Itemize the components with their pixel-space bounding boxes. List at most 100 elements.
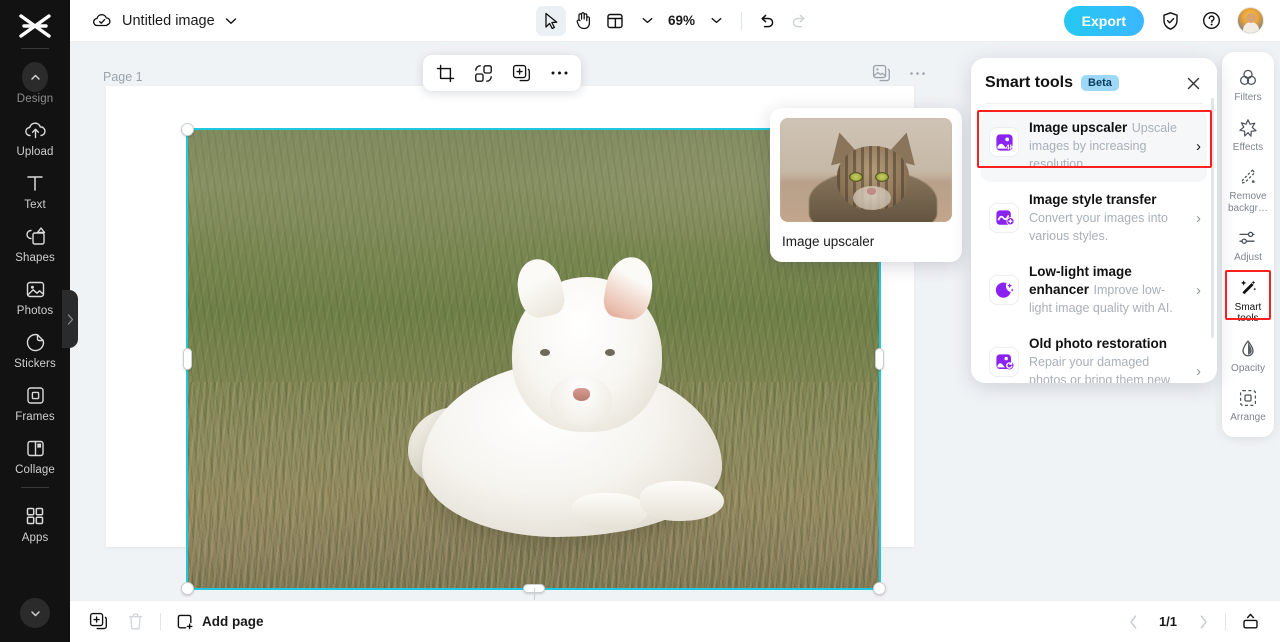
svg-text:4K: 4K — [1005, 142, 1014, 151]
select-tool-button[interactable] — [535, 5, 566, 36]
upscaler-4k-icon: 4K — [989, 127, 1019, 157]
add-page-button[interactable]: Add page — [176, 613, 264, 631]
sidebar-item-stickers[interactable]: Stickers — [0, 322, 70, 375]
user-avatar[interactable] — [1237, 7, 1264, 34]
duplicate-button[interactable] — [507, 59, 535, 87]
sidebar-item-label: Upload — [16, 146, 54, 158]
shield-check-icon[interactable] — [1155, 6, 1185, 36]
sidebar-item-collage[interactable]: Collage — [0, 428, 70, 481]
top-right-group: Export — [1063, 5, 1264, 36]
photo-icon — [22, 276, 48, 302]
sidebar-item-frames[interactable]: Frames — [0, 375, 70, 428]
close-icon[interactable] — [1183, 73, 1203, 93]
crop-button[interactable] — [431, 59, 459, 87]
chevron-left-icon — [1129, 615, 1136, 628]
right-item-arrange[interactable]: Arrange — [1222, 380, 1274, 430]
cloud-saved-icon — [92, 12, 112, 29]
left-sidebar: Design Upload Text Shapes Photos Sticker… — [0, 0, 70, 642]
collage-icon — [22, 435, 48, 461]
right-item-label: Smart tools — [1234, 301, 1262, 325]
page-label: Page 1 — [103, 70, 143, 84]
more-button[interactable] — [545, 59, 573, 87]
zoom-level[interactable]: 69% — [664, 13, 699, 28]
sidebar-item-design[interactable]: Design — [0, 57, 70, 110]
add-page-label: Add page — [202, 614, 264, 629]
preview-label: Image upscaler — [782, 234, 875, 249]
right-item-adjust[interactable]: Adjust — [1222, 220, 1274, 270]
expand-panel-button[interactable] — [1238, 610, 1262, 634]
layout-tool-button[interactable] — [600, 6, 630, 36]
smart-tool-image-upscaler[interactable]: 4K Image upscaler Upscale images by incr… — [981, 110, 1207, 182]
undo-button[interactable] — [752, 6, 782, 36]
chevron-right-icon[interactable]: › — [1196, 282, 1201, 299]
duplicate-icon — [512, 64, 530, 81]
page-duplicate-button[interactable] — [870, 62, 892, 84]
sidebar-item-photos[interactable]: Photos — [0, 269, 70, 322]
duplicate-page-button[interactable] — [86, 610, 110, 634]
bottom-toolbar: Add page 1/1 — [70, 600, 1280, 642]
right-item-label: Opacity — [1231, 362, 1265, 374]
sticker-icon — [22, 329, 48, 355]
page-indicator: 1/1 — [1158, 614, 1178, 629]
panel-scrollbar[interactable] — [1211, 98, 1214, 338]
chevron-right-icon — [1200, 615, 1207, 628]
replace-image-button[interactable] — [469, 59, 497, 87]
page-more-button[interactable] — [906, 62, 928, 84]
next-page-button[interactable] — [1193, 612, 1213, 632]
right-item-opacity[interactable]: Opacity — [1222, 331, 1274, 381]
adjust-sliders-icon — [1237, 227, 1259, 249]
right-item-remove-background[interactable]: Remove backgr… — [1222, 159, 1274, 220]
bottom-divider-right — [1225, 613, 1226, 630]
beta-badge: Beta — [1081, 75, 1119, 91]
sidebar-item-label: Photos — [16, 305, 54, 317]
chevron-down-icon[interactable] — [225, 17, 237, 25]
hand-tool-button[interactable] — [568, 6, 598, 36]
sidebar-item-label: Collage — [15, 464, 55, 476]
expand-panel-icon — [1242, 613, 1258, 629]
chevron-right-icon[interactable]: › — [1196, 363, 1201, 380]
capcut-logo[interactable] — [15, 10, 55, 42]
redo-button[interactable] — [784, 6, 814, 36]
right-item-filters[interactable]: Filters — [1222, 60, 1274, 110]
right-item-label: Arrange — [1230, 412, 1266, 423]
sidebar-item-label: Design — [16, 93, 54, 105]
sidebar-item-label: Text — [24, 199, 46, 211]
opacity-drop-icon — [1237, 338, 1259, 360]
cursor-arrow-icon — [544, 12, 557, 29]
element-toolbar — [423, 55, 581, 91]
sidebar-collapse-button[interactable] — [20, 598, 50, 628]
sidebar-item-shapes[interactable]: Shapes — [0, 216, 70, 269]
question-circle-icon[interactable] — [1196, 6, 1226, 36]
arrange-icon — [1237, 387, 1259, 409]
zoom-dropdown-caret[interactable] — [701, 6, 731, 36]
sidebar-item-label: Stickers — [14, 358, 56, 370]
panel-collapse-handle[interactable] — [62, 290, 78, 348]
smart-tool-low-light-enhancer[interactable]: Low-light image enhancer Improve low-lig… — [981, 254, 1207, 326]
right-item-effects[interactable]: Effects — [1222, 110, 1274, 160]
right-toolbar: Filters Effects Remove backgr… Adjust Sm… — [1222, 52, 1274, 437]
frame-icon — [22, 382, 48, 408]
right-item-smart-tools[interactable]: Smart tools — [1222, 270, 1274, 331]
smart-tool-old-photo-restoration[interactable]: Old photo restoration Repair your damage… — [981, 326, 1207, 383]
filters-icon — [1237, 67, 1259, 89]
redo-arrow-icon — [792, 14, 805, 27]
text-icon — [22, 170, 48, 196]
trash-icon — [128, 613, 142, 630]
export-button[interactable]: Export — [1063, 5, 1144, 36]
sidebar-item-upload[interactable]: Upload — [0, 110, 70, 163]
prev-page-button[interactable] — [1123, 612, 1143, 632]
chevron-right-icon[interactable]: › — [1196, 138, 1201, 155]
smart-tool-desc: Repair your damaged photos or bring them… — [1029, 355, 1171, 383]
magic-wand-icon — [1237, 277, 1259, 299]
chevron-right-icon[interactable]: › — [1196, 210, 1201, 227]
tool-preview-card: Image upscaler — [770, 108, 962, 262]
sidebar-item-apps[interactable]: Apps — [0, 496, 70, 549]
layout-dropdown-caret[interactable] — [632, 6, 662, 36]
sidebar-item-text[interactable]: Text — [0, 163, 70, 216]
smart-tool-image-style-transfer[interactable]: Image style transfer Convert your images… — [981, 182, 1207, 254]
document-title-group[interactable]: Untitled image — [92, 12, 237, 29]
document-title[interactable]: Untitled image — [122, 13, 215, 29]
cat-illustration — [808, 126, 937, 222]
preview-image — [780, 118, 952, 222]
delete-page-button[interactable] — [123, 610, 147, 634]
